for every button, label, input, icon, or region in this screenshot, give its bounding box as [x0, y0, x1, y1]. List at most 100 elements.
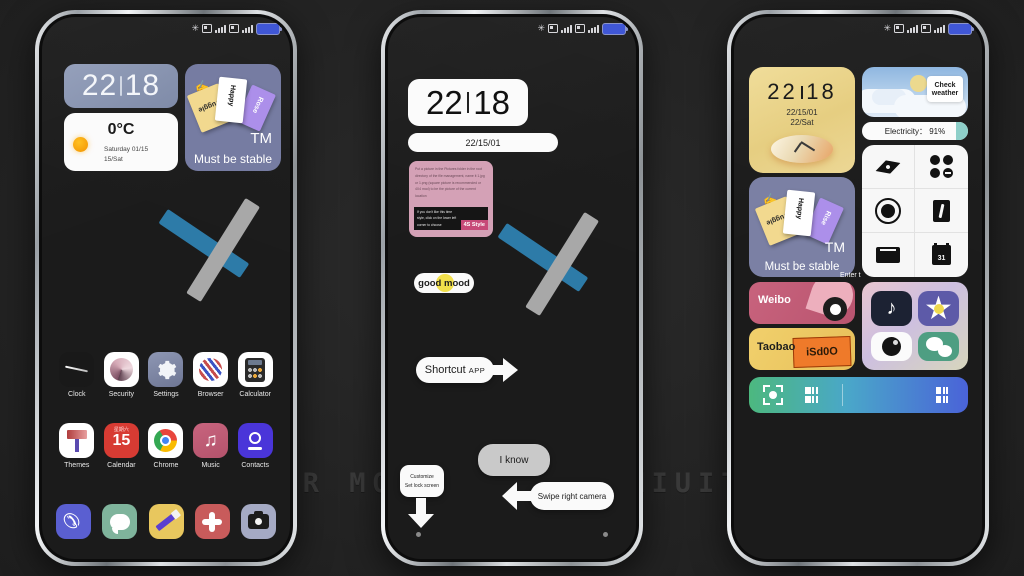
sticky-note-label: Happy	[794, 197, 805, 220]
camera-icon[interactable]	[871, 332, 912, 361]
clock-hours: 22	[426, 83, 463, 121]
phone-bezel-2: ✳ 22 18 22/15/01 Put a picture in the Pi…	[385, 14, 639, 562]
app-settings[interactable]: Settings	[145, 352, 187, 398]
weibo-widget[interactable]: Weibo	[749, 282, 855, 324]
status-bar-1: ✳	[191, 22, 282, 35]
x-bar-gray	[525, 211, 599, 316]
themes-app-icon	[59, 423, 95, 458]
battery-value: 91%	[929, 126, 946, 136]
mi-apps-dock-icon[interactable]	[194, 504, 230, 539]
scan-bar-widget[interactable]	[749, 377, 968, 413]
app-label: Settings	[153, 391, 179, 398]
security-app-icon	[103, 352, 139, 387]
clock-separator	[800, 85, 804, 99]
app-security[interactable]: Security	[101, 352, 143, 398]
swipe-right-camera-bubble[interactable]: Swipe right camera	[530, 482, 614, 510]
app-clock[interactable]: Clock	[56, 352, 98, 398]
app-grid-row1: Clock Security Settings Browser Calculat…	[56, 352, 276, 398]
shortcut-app-bubble[interactable]: Shortcut APP	[416, 357, 494, 383]
calculator-app-icon	[237, 352, 273, 387]
phone-screen-3: ✳ 22 18 22/15/01 22/Sat ✍ Struggle Rise …	[734, 17, 982, 559]
mail-icon	[876, 247, 900, 263]
clock-date-line1: 22/15/01	[786, 108, 818, 117]
strip-text: If you don't like this time style, click…	[417, 210, 457, 227]
app-calculator[interactable]: Calculator	[234, 352, 276, 398]
messages-dock-icon[interactable]	[102, 504, 138, 539]
phone-bezel-1: ✳ 22 18 0°C Saturday 01/15 15/Sat ✍ Stru…	[39, 14, 293, 562]
instruction-note-widget[interactable]: Put a picture in the Pictures folder in …	[409, 161, 493, 237]
battery-icon	[256, 22, 282, 35]
tool-compass[interactable]	[862, 145, 915, 189]
wechat-icon[interactable]	[918, 332, 959, 361]
apps-grid-icon	[930, 155, 953, 178]
recorder-icon	[875, 197, 901, 224]
shortcut-label: Shortcut	[424, 364, 466, 376]
bluetooth-icon: ✳	[191, 23, 199, 33]
battery-widget[interactable]: Electricity： 91%	[862, 122, 968, 140]
clock-widget-1[interactable]: 22 18	[64, 64, 178, 108]
x-decoration	[158, 193, 284, 313]
calendar-icon: 31	[932, 243, 951, 265]
phone-dock-icon[interactable]: ✆	[56, 504, 91, 539]
app-chrome[interactable]: Chrome	[145, 423, 187, 469]
date-widget-2[interactable]: 22/15/01	[408, 133, 558, 152]
phone-screen-1: ✳ 22 18 0°C Saturday 01/15 15/Sat ✍ Stru…	[42, 17, 290, 559]
barcode-icon	[935, 387, 948, 403]
weibo-eye-icon	[823, 297, 847, 321]
tool-calendar[interactable]: 31	[915, 233, 968, 277]
notes-widget-1[interactable]: ✍ Struggle Rose Happy TM Must be stable	[185, 64, 281, 171]
clock-widget-2[interactable]: 22 18	[408, 79, 528, 126]
check-weather-line1: Check	[934, 81, 956, 89]
taobao-widget[interactable]: iSd0O Taobao	[749, 328, 855, 370]
app-themes[interactable]: Themes	[56, 423, 98, 469]
tool-apps[interactable]	[915, 145, 968, 189]
tiktok-glyph: ♪	[886, 297, 897, 319]
notes-widget-3[interactable]: ✍ Struggle Rise Happy TM Must be stable	[749, 177, 855, 277]
notes-tm-label: TM	[250, 130, 272, 147]
sun-icon	[73, 137, 88, 152]
app-label: Chrome	[153, 462, 179, 469]
qr-scan-icon	[763, 385, 783, 405]
battery-fill	[956, 122, 968, 140]
battery-icon	[602, 22, 628, 35]
check-weather-button[interactable]: Check weather	[927, 76, 963, 102]
compass-icon	[873, 156, 902, 177]
swipe-left-arrow-icon	[502, 482, 532, 515]
app-label: Themes	[64, 462, 90, 469]
tool-mail[interactable]	[862, 233, 915, 277]
app-calendar[interactable]: 星期六 15 Calendar	[101, 423, 143, 469]
browser-app-icon	[193, 352, 229, 387]
instruction-note-body: Put a picture in the Pictures folder in …	[415, 167, 485, 199]
sticky-notes-art: ✍ Struggle Rise Happy	[754, 185, 845, 247]
page-dot	[416, 532, 421, 537]
weibo-label: Weibo	[758, 294, 791, 306]
flower-icon[interactable]	[918, 291, 959, 326]
weather-widget-3[interactable]: Check weather	[862, 67, 968, 117]
i-know-bubble[interactable]: I know	[478, 444, 550, 476]
app-browser[interactable]: Browser	[190, 352, 232, 398]
sticky-note-label: Happy	[226, 84, 237, 107]
clock-widget-3[interactable]: 22 18 22/15/01 22/Sat	[749, 67, 855, 173]
check-weather-line2: weather	[931, 89, 959, 97]
app-label: Calculator	[239, 391, 271, 398]
clock-minutes: 18	[124, 69, 161, 102]
tool-notes[interactable]	[915, 189, 968, 233]
app-music[interactable]: ♫ Music	[190, 423, 232, 469]
app-label: Calendar	[107, 462, 136, 469]
status-bar-2: ✳	[537, 22, 628, 35]
notes-dock-icon[interactable]	[148, 504, 184, 539]
signal-bars-icon	[588, 24, 599, 33]
bluetooth-icon: ✳	[883, 23, 891, 33]
strip-badge: 4S Style	[460, 220, 488, 230]
mood-label: good mood	[418, 277, 470, 289]
camera-dock-icon[interactable]	[241, 504, 276, 539]
music-app-icon: ♫	[193, 423, 229, 458]
clock-hours: 22	[81, 69, 118, 102]
sticky-note-card: Happy	[782, 189, 816, 237]
tiktok-icon[interactable]: ♪	[871, 291, 912, 326]
customize-lockscreen-bubble[interactable]: Customize Set lock screen	[400, 465, 444, 497]
weather-widget-1[interactable]: 0°C Saturday 01/15 15/Sat	[64, 113, 178, 171]
good-mood-chip[interactable]: good mood	[414, 273, 474, 293]
app-contacts[interactable]: Contacts	[234, 423, 276, 469]
tool-recorder[interactable]	[862, 189, 915, 233]
